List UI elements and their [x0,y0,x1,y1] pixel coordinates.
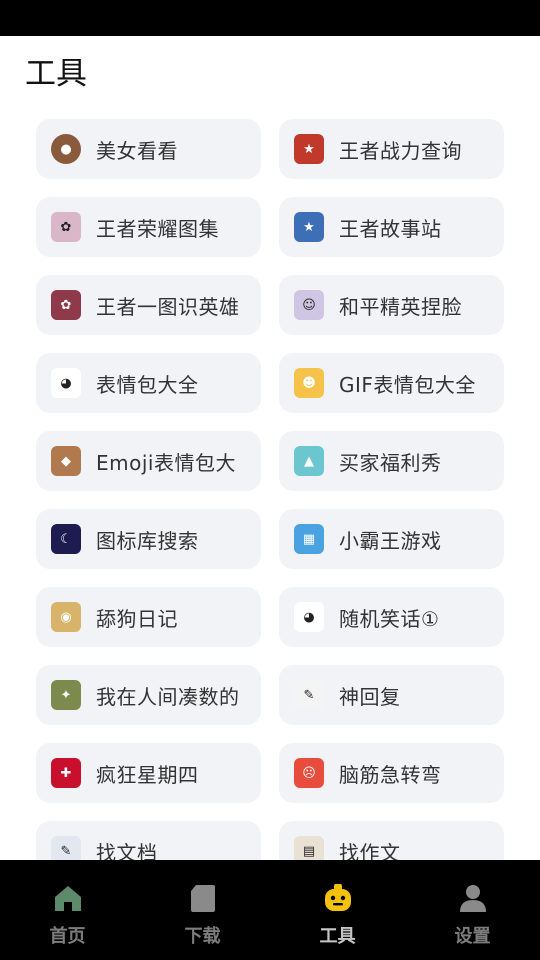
game-hero-icon: ★ [294,134,324,164]
tool-label: 脑筋急转弯 [339,762,442,787]
tool-card[interactable]: ☹ 脑筋急转弯 [279,743,504,803]
tool-card[interactable]: ▦ 小霸王游戏 [279,509,504,569]
tool-label: 找作文 [339,840,401,861]
tool-label: 找文档 [96,840,158,861]
anime-girl-icon: ✿ [51,212,81,242]
tool-label: 随机笑话① [339,606,440,631]
tool-card[interactable]: ☻ GIF表情包大全 [279,353,504,413]
user-settings-icon [459,885,486,912]
cat-photo-icon: ◆ [51,446,81,476]
nav-label-tools: 工具 [319,926,356,947]
tool-card[interactable]: ✎ 神回复 [279,665,504,725]
nav-item-settings[interactable]: 设置 [405,860,540,960]
tool-card[interactable]: ◕ 随机笑话① [279,587,504,647]
tool-card[interactable]: ▤ 找作文 [279,821,504,860]
landscape-icon: ▲ [294,446,324,476]
tool-card[interactable]: ▲ 买家福利秀 [279,431,504,491]
portrait-icon: ● [51,134,81,164]
nav-item-tools[interactable]: 工具 [270,860,405,960]
tool-card[interactable]: ◕ 表情包大全 [36,353,261,413]
tool-card[interactable]: ◆ Emoji表情包大 [36,431,261,491]
tools-icon [324,884,351,911]
tool-card[interactable]: ✿ 王者一图识英雄 [36,275,261,335]
tool-card[interactable]: ☾ 图标库搜索 [36,509,261,569]
kfc-icon: ✚ [51,758,81,788]
tool-card[interactable]: ✦ 我在人间凑数的 [36,665,261,725]
tool-label: 王者荣耀图集 [96,216,219,241]
document-icon: ✎ [51,836,81,860]
panda-meme-icon: ◕ [294,602,324,632]
nav-label-settings: 设置 [454,926,491,947]
tool-label: 我在人间凑数的 [96,684,240,709]
tool-card[interactable]: ✿ 王者荣耀图集 [36,197,261,257]
illustration-icon: ✦ [51,680,81,710]
tool-card[interactable]: ☺ 和平精英捏脸 [279,275,504,335]
nav-label-home: 首页 [49,926,86,947]
retro-game-icon: ▦ [294,524,324,554]
panda-meme-icon: ◕ [51,368,81,398]
moon-icon: ☾ [51,524,81,554]
tool-grid: ● 美女看看 ★ 王者战力查询 ✿ 王者荣耀图集 ★ 王者故事站 ✿ 王者一图识英雄 ☺ 和平精英捏脸… [0,0,540,860]
game-hero-icon: ★ [294,212,324,242]
tool-label: GIF表情包大全 [339,372,476,397]
tool-label: 王者一图识英雄 [96,294,240,319]
face-icon: ☺ [294,290,324,320]
duck-emoji-icon: ☻ [294,368,324,398]
nav-item-home[interactable]: 首页 [0,860,135,960]
doge-icon: ◉ [51,602,81,632]
tool-label: 疯狂星期四 [96,762,199,787]
nav-item-download[interactable]: 下载 [135,860,270,960]
tool-card[interactable]: ✎ 找文档 [36,821,261,860]
tool-label: 表情包大全 [96,372,199,397]
tool-label: 神回复 [339,684,401,709]
cartoon-face-icon: ☹ [294,758,324,788]
anime-girl-icon: ✿ [51,290,81,320]
tool-card[interactable]: ★ 王者战力查询 [279,119,504,179]
bottom-nav: 首页 下载 工具 设置 [0,860,540,960]
tool-label: Emoji表情包大 [96,450,236,475]
tool-card[interactable]: ◉ 舔狗日记 [36,587,261,647]
tool-card[interactable]: ● 美女看看 [36,119,261,179]
sketch-icon: ✎ [294,680,324,710]
tool-label: 小霸王游戏 [339,528,442,553]
tool-label: 王者战力查询 [339,138,462,163]
download-icon [190,885,215,912]
tool-label: 舔狗日记 [96,606,178,631]
home-icon [54,886,81,911]
tool-label: 王者故事站 [339,216,442,241]
book-icon: ▤ [294,836,324,860]
tool-card[interactable]: ★ 王者故事站 [279,197,504,257]
tool-label: 图标库搜索 [96,528,199,553]
tool-card[interactable]: ✚ 疯狂星期四 [36,743,261,803]
tool-label: 和平精英捏脸 [339,294,462,319]
nav-label-download: 下载 [184,926,221,947]
tool-label: 买家福利秀 [339,450,442,475]
tool-label: 美女看看 [96,138,178,163]
